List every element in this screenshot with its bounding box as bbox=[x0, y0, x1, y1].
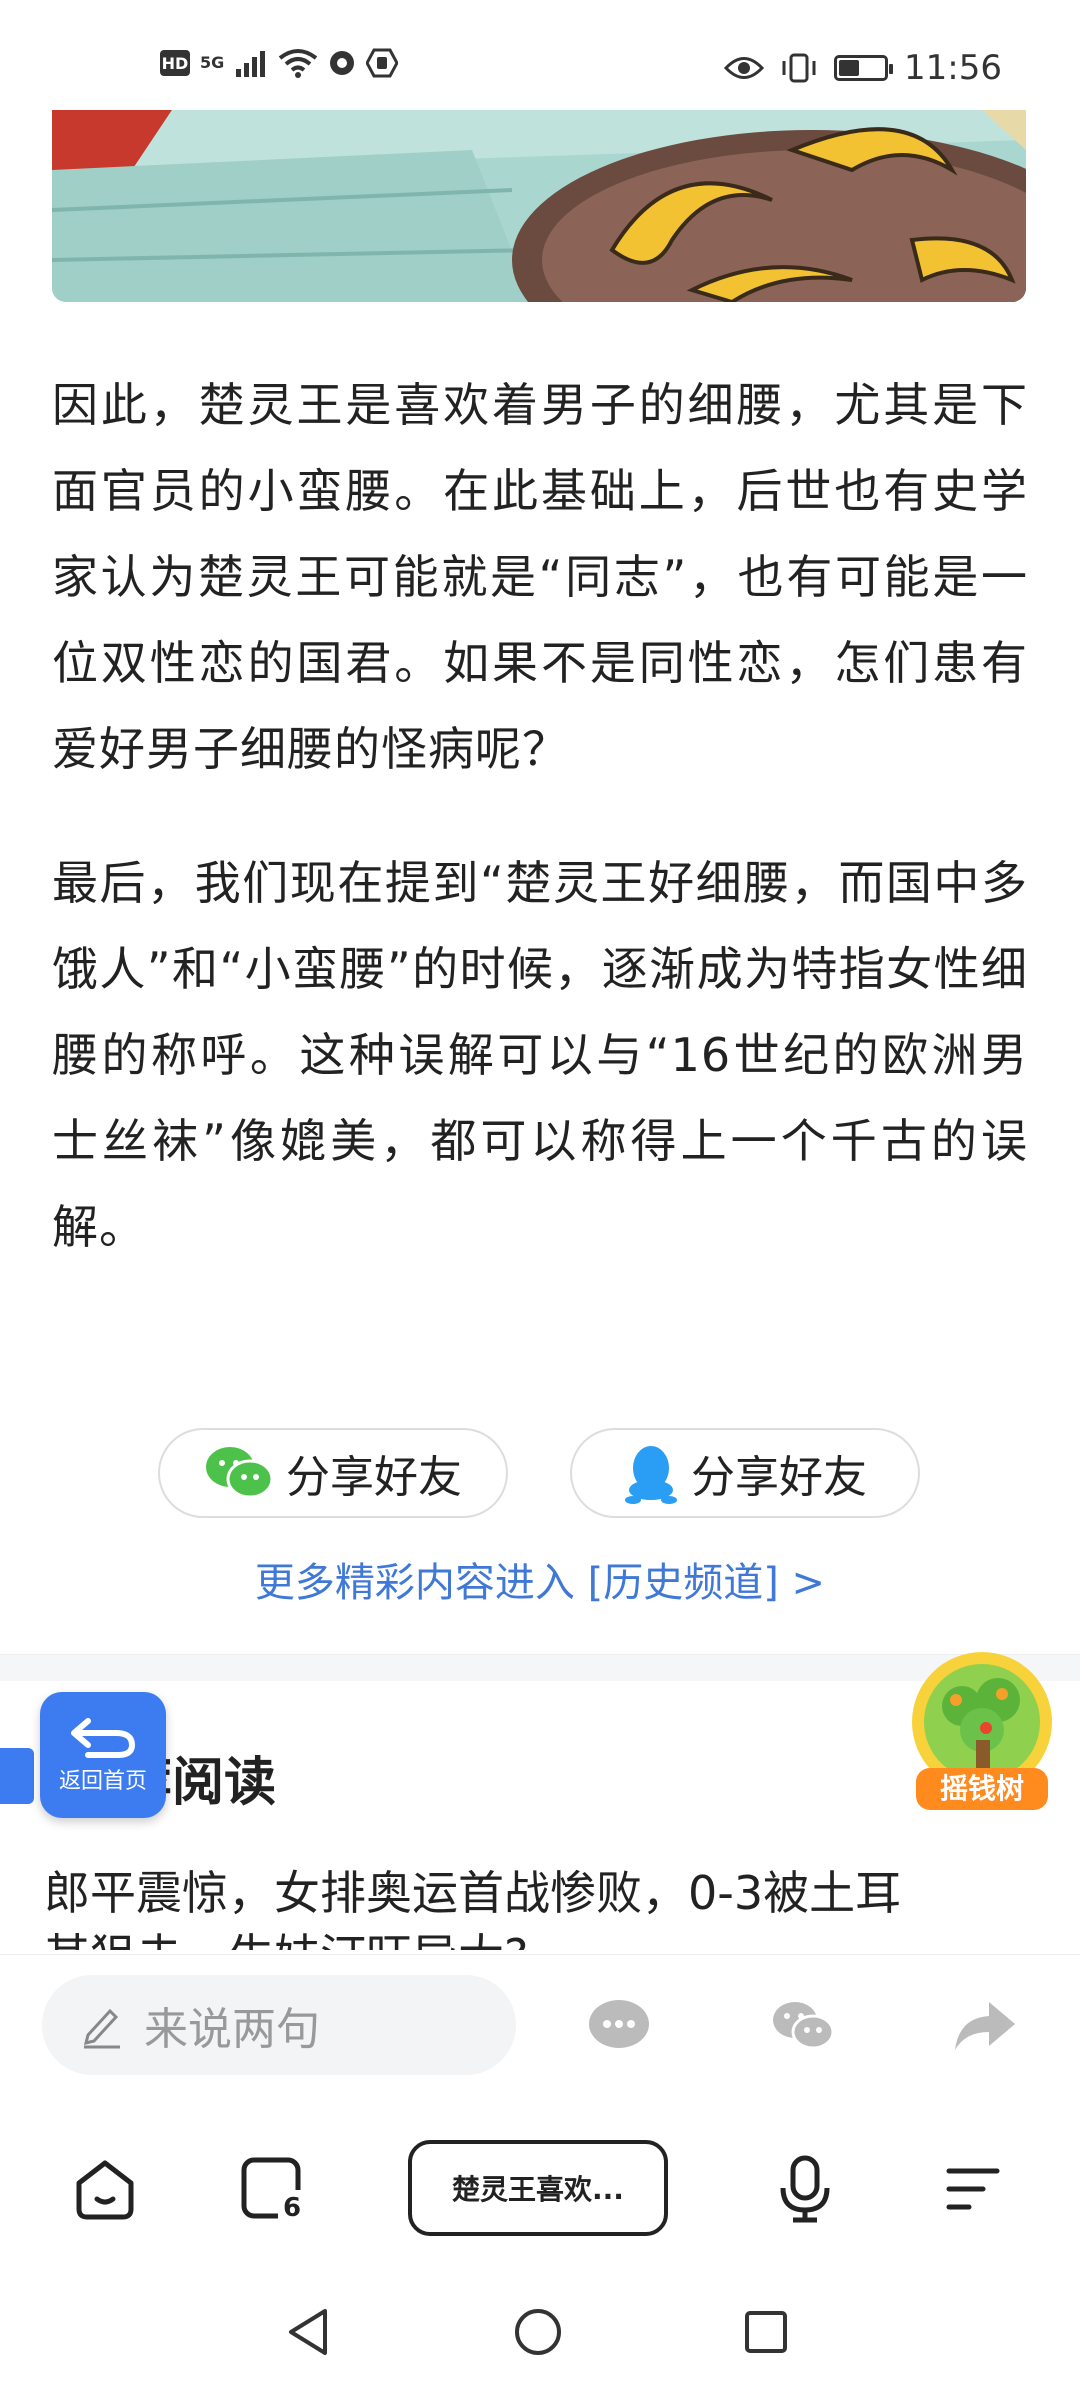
hd-icon: HD bbox=[160, 50, 190, 76]
battery-icon bbox=[834, 55, 894, 81]
system-nav-bar bbox=[0, 2270, 1080, 2400]
status-bar: HD 5G 11:56 bbox=[0, 0, 1080, 110]
pencil-icon bbox=[83, 2008, 120, 2049]
clock: 11:56 bbox=[904, 48, 1002, 88]
article-paragraph: 最后，我们现在提到“楚灵王好细腰，而国中多饿人”和“小蛮腰”的时候，逐渐成为特指… bbox=[52, 856, 1028, 1254]
status-left: HD 5G bbox=[160, 48, 399, 78]
battery-level bbox=[839, 60, 860, 76]
share-qq-button[interactable]: 分享好友 bbox=[570, 1428, 920, 1518]
history-channel-link[interactable]: 更多精彩内容进入 [历史频道] > bbox=[0, 1550, 1080, 1608]
recents-square-icon bbox=[745, 2311, 787, 2353]
comment-placeholder: 来说两句 bbox=[144, 2004, 320, 2055]
return-icon bbox=[71, 1718, 136, 1758]
forward-button[interactable] bbox=[950, 1991, 1020, 2061]
share-row: 分享好友 分享好友 bbox=[158, 1428, 920, 1518]
wechat-share-button[interactable] bbox=[768, 1991, 838, 2061]
money-tree-label: 摇钱树 bbox=[940, 1772, 1024, 1805]
tab-count: 6 bbox=[283, 2193, 301, 2223]
share-wechat-label: 分享好友 bbox=[286, 1452, 462, 1503]
nav-home-button[interactable] bbox=[508, 2302, 568, 2362]
vibrate-icon bbox=[782, 53, 816, 83]
comment-bar: 来说两句 bbox=[0, 1954, 1080, 2075]
home-circle-icon bbox=[515, 2309, 561, 2355]
recommend-item[interactable]: 郎平震惊，女排奥运首战惨败，0-3被土耳 bbox=[44, 1862, 1034, 1924]
nav-back-button[interactable] bbox=[278, 2302, 338, 2362]
signal-icon bbox=[236, 51, 266, 77]
article-image[interactable] bbox=[52, 110, 1026, 302]
wechat-icon bbox=[773, 2002, 835, 2050]
nav-recents-button[interactable] bbox=[736, 2302, 796, 2362]
share-wechat-button[interactable]: 分享好友 bbox=[158, 1428, 508, 1518]
voice-button[interactable] bbox=[770, 2154, 840, 2224]
back-home-button[interactable]: 返回首页 bbox=[40, 1692, 166, 1818]
comment-icon bbox=[589, 2000, 649, 2048]
wechat-icon bbox=[206, 1447, 274, 1499]
recommend-item-cut[interactable]: 其狙击，生妹汀旺异大? bbox=[44, 1920, 1034, 1950]
comment-input[interactable]: 来说两句 bbox=[42, 1975, 516, 2075]
menu-button[interactable] bbox=[936, 2154, 1006, 2224]
money-tree-icon: 摇钱树 bbox=[912, 1652, 1052, 1810]
illustration bbox=[52, 110, 1026, 302]
home-button[interactable] bbox=[70, 2154, 140, 2224]
article-paragraph: 因此，楚灵王是喜欢着男子的细腰，尤其是下面官员的小蛮腰。在此基础上，后世也有史学… bbox=[52, 378, 1028, 776]
qq-icon bbox=[625, 1446, 677, 1504]
network-type: 5G bbox=[200, 53, 225, 72]
status-right: 11:56 bbox=[724, 48, 1002, 88]
hand-icon bbox=[366, 48, 399, 78]
share-qq-label: 分享好友 bbox=[691, 1452, 867, 1503]
back-home-label: 返回首页 bbox=[58, 1769, 147, 1794]
back-triangle-icon bbox=[289, 2309, 327, 2355]
money-tree-widget[interactable]: 摇钱树 bbox=[902, 1650, 1062, 1820]
article-body: 因此，楚灵王是喜欢着男子的细腰，尤其是下面官员的小蛮腰。在此基础上，后世也有史学… bbox=[52, 362, 1028, 1318]
current-page-title[interactable]: 楚灵王喜欢... bbox=[408, 2140, 668, 2236]
record-icon bbox=[330, 51, 355, 75]
forward-icon bbox=[955, 2002, 1015, 2050]
microphone-icon bbox=[780, 2155, 830, 2223]
browser-toolbar: 6 楚灵王喜欢... bbox=[0, 2110, 1080, 2270]
home-icon bbox=[76, 2160, 134, 2220]
side-tab[interactable] bbox=[0, 1748, 34, 1804]
tabs-icon: 6 bbox=[241, 2157, 306, 2223]
eye-icon bbox=[724, 57, 765, 79]
menu-icon bbox=[946, 2168, 1000, 2210]
tabs-button[interactable]: 6 bbox=[238, 2154, 308, 2224]
wifi-icon bbox=[279, 49, 318, 78]
comments-button[interactable] bbox=[584, 1991, 654, 2061]
